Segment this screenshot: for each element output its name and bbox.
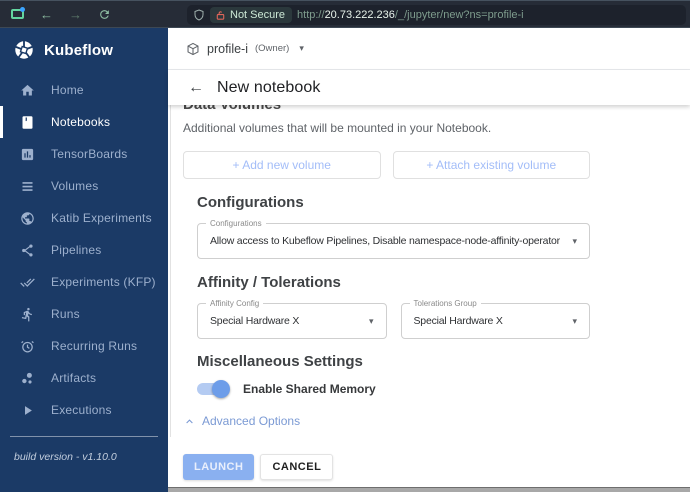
sidebar-item-label: Volumes [51,179,99,193]
data-volumes-title: Data Volumes [183,105,590,114]
pipeline-icon [22,244,33,256]
namespace-cube-icon [186,42,200,56]
configurations-title: Configurations [197,194,304,211]
security-label: Not Secure [230,9,286,21]
page-title: New notebook [217,78,321,96]
miscellaneous-settings-title: Miscellaneous Settings [197,353,363,370]
tolerations-group-label: Tolerations Group [409,299,481,308]
browser-back-button[interactable]: ← [40,8,53,21]
sidebar-item-label: Pipelines [51,243,102,257]
browser-toolbar: ← → Not Secure http://20.73.222.236/_/ju… [0,0,690,28]
affinity-tolerations-row: Affinity Config Special Hardware X ▾ Tol… [197,291,590,339]
configurations-select-label: Configurations [206,219,266,228]
form-actions: LAUNCH CANCEL [183,454,590,480]
url-path: /_/jupyter/new?ns=profile-i [394,9,524,21]
namespace-dropdown-caret-icon[interactable]: ▾ [299,43,304,54]
notification-dot [20,7,25,12]
add-new-volume-button[interactable]: + Add new volume [183,151,381,179]
url-scheme: http:// [297,9,325,21]
sidebar-item-home[interactable]: Home [0,74,168,106]
browser-reload-button[interactable] [98,8,111,21]
play-icon [25,405,32,415]
sidebar-item-tensorboards[interactable]: TensorBoards [0,138,168,170]
kubeflow-logo-icon [14,40,34,59]
build-version: build version - v1.10.0 [14,451,117,463]
configurations-select-value: Allow access to Kubeflow Pipelines, Disa… [210,235,560,247]
configurations-section: Configurations Configurations Allow acce… [197,195,590,398]
shared-memory-toggle[interactable] [197,380,230,398]
bar-chart-icon [21,148,34,160]
back-icon[interactable]: ← [188,79,204,96]
sidebar: Kubeflow Home Notebooks TensorBoards Vol… [0,28,168,492]
notebook-form: Data Volumes Additional volumes that wil… [168,105,690,487]
tolerations-group-select[interactable]: Tolerations Group Special Hardware X ▾ [400,299,590,339]
sidebar-item-label: Recurring Runs [51,339,138,353]
sidebar-item-runs[interactable]: Runs [0,298,168,330]
globe-icon [21,211,34,225]
sidebar-item-katib-experiments[interactable]: Katib Experiments [0,202,168,234]
sidebar-item-label: Runs [51,307,80,321]
sidebar-item-label: Artifacts [51,371,97,385]
notebook-icon [22,115,33,129]
shield-icon [193,9,205,21]
dropdown-arrow-icon: ▾ [572,315,577,326]
dropdown-arrow-icon: ▾ [368,315,374,326]
configurations-select[interactable]: Configurations Allow access to Kubeflow … [197,219,590,259]
sidebar-item-label: Experiments (KFP) [51,275,156,289]
sidebar-item-pipelines[interactable]: Pipelines [0,234,168,266]
horizontal-scrollbar[interactable] [168,487,690,492]
sidebar-item-notebooks[interactable]: Notebooks [0,106,168,138]
url-text: http://20.73.222.236/_/jupyter/new?ns=pr… [297,9,524,21]
page-toolbar: ← New notebook [168,70,690,105]
sidebar-item-executions[interactable]: Executions [0,394,168,426]
tolerations-group-value: Special Hardware X [413,315,503,327]
data-volumes-description: Additional volumes that will be mounted … [183,121,492,135]
sidebar-item-label: TensorBoards [51,147,128,161]
namespace-bar: profile-i (Owner) ▾ [168,28,690,70]
alarm-clock-icon [21,340,34,352]
dropdown-arrow-icon: ▾ [572,235,577,246]
sidebar-divider [10,436,158,437]
affinity-config-label: Affinity Config [206,299,264,308]
sidebar-item-label: Home [51,83,84,97]
affinity-tolerations-title: Affinity / Tolerations [197,274,341,291]
sidebar-item-artifacts[interactable]: Artifacts [0,362,168,394]
home-icon [21,84,34,95]
list-icon [22,181,33,191]
sidebar-item-label: Katib Experiments [51,211,152,225]
sidebar-nav: Home Notebooks TensorBoards Volumes Kati… [0,74,168,426]
url-bar[interactable]: Not Secure http://20.73.222.236/_/jupyte… [187,5,686,25]
kubeflow-logo-text: Kubeflow [44,41,114,59]
namespace-role: (Owner) [255,43,290,54]
namespace-name[interactable]: profile-i [207,42,248,56]
sidebar-item-volumes[interactable]: Volumes [0,170,168,202]
volume-buttons-row: + Add new volume + Attach existing volum… [183,151,590,179]
sidebar-item-experiments-kfp[interactable]: Experiments (KFP) [0,266,168,298]
cancel-button[interactable]: CANCEL [260,454,334,480]
kubeflow-logo: Kubeflow [0,28,168,72]
tab-overview-icon[interactable] [11,7,25,19]
affinity-config-select[interactable]: Affinity Config Special Hardware X ▾ [197,299,387,339]
double-check-icon [20,277,35,287]
toggle-thumb [212,380,230,398]
shared-memory-row: Enable Shared Memory [197,380,590,398]
bubble-chart-icon [22,372,32,383]
affinity-config-value: Special Hardware X [210,315,300,327]
shared-memory-label: Enable Shared Memory [243,382,376,396]
chevron-up-icon [186,418,193,423]
advanced-options-label: Advanced Options [202,414,301,428]
broken-lock-icon [216,10,225,20]
not-secure-badge[interactable]: Not Secure [210,7,293,23]
sidebar-item-label: Notebooks [51,115,111,129]
attach-existing-volume-button[interactable]: + Attach existing volume [392,151,590,179]
advanced-options-link[interactable]: Advanced Options [183,414,590,428]
browser-forward-button[interactable]: → [69,8,82,21]
sidebar-item-label: Executions [51,403,112,417]
runner-icon [21,307,32,321]
url-domain: 20.73.222.236 [324,9,395,21]
content-edge-line [170,105,171,437]
sidebar-item-recurring-runs[interactable]: Recurring Runs [0,330,168,362]
active-indicator [0,106,3,138]
launch-button[interactable]: LAUNCH [183,454,255,480]
